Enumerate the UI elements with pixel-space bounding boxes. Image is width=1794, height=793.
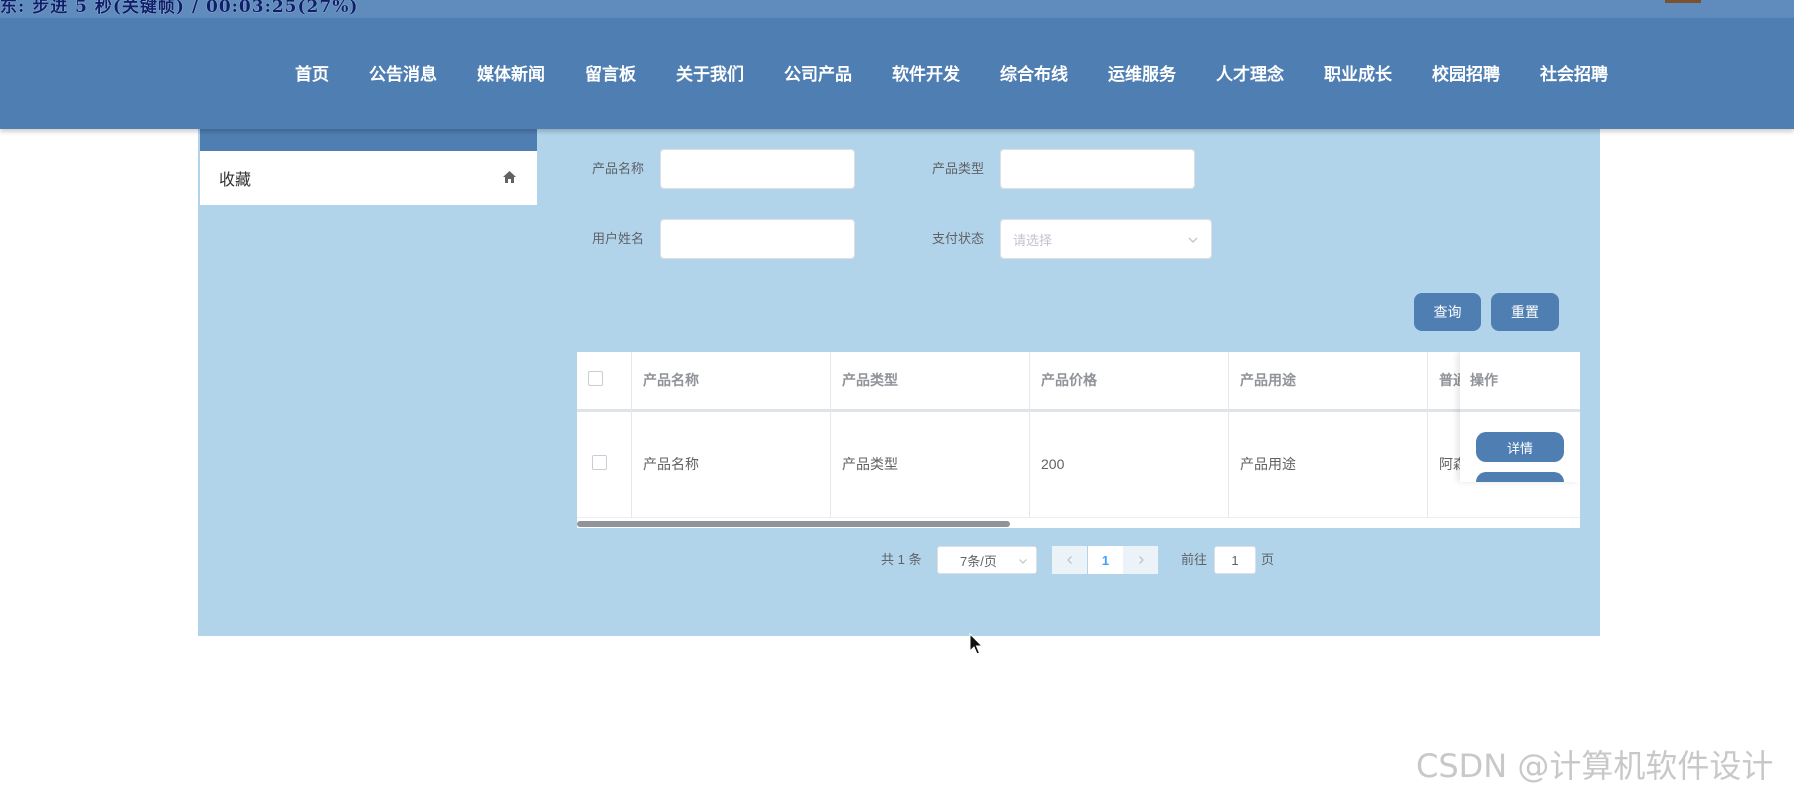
- column-divider: [631, 352, 632, 517]
- nav-item[interactable]: 首页: [295, 64, 329, 86]
- chevron-right-icon: [1138, 556, 1144, 564]
- product-name-label: 产品名称: [592, 161, 645, 176]
- sidebar-item-label: 收藏: [219, 172, 252, 189]
- product-name-input[interactable]: [660, 149, 855, 189]
- chevron-left-icon: [1066, 556, 1072, 564]
- detail-button[interactable]: 详情: [1476, 432, 1564, 462]
- nav-item[interactable]: 公司产品: [784, 64, 852, 86]
- nav-item[interactable]: 软件开发: [892, 64, 960, 86]
- page-number-current[interactable]: 1: [1088, 546, 1123, 574]
- product-type-input[interactable]: [1000, 149, 1195, 189]
- secondary-op-button[interactable]: [1476, 472, 1564, 482]
- data-table: 产品名称 产品类型 产品价格 产品用途 普通 产品名称 产品类型 200 产品用…: [577, 352, 1580, 528]
- corner-mark: [1665, 0, 1701, 3]
- nav-item[interactable]: 留言板: [585, 64, 636, 86]
- top-nav: 首页 公告消息 媒体新闻 留言板 关于我们 公司产品 软件开发 综合布线 运维服务 人才理念 职业成…: [0, 18, 1794, 129]
- page-size-select[interactable]: 7条/页: [937, 546, 1037, 574]
- header-divider: [1460, 409, 1580, 412]
- product-type-label: 产品类型: [932, 161, 985, 176]
- column-divider: [1427, 352, 1428, 517]
- column-header-product-type[interactable]: 产品类型: [842, 352, 1022, 409]
- user-name-input[interactable]: [660, 219, 855, 259]
- watermark: CSDN @计算机软件设计: [1416, 747, 1774, 785]
- select-all-checkbox[interactable]: [588, 371, 603, 386]
- recording-overlay-text: 东: 步进 5 秒(关键帧) / 00:03:25(27%): [0, 0, 359, 17]
- nav-item[interactable]: 关于我们: [676, 64, 744, 86]
- pay-status-label: 支付状态: [932, 231, 985, 246]
- column-divider: [1029, 352, 1030, 517]
- row-checkbox[interactable]: [592, 455, 607, 470]
- total-count: 共 1 条: [881, 552, 922, 567]
- column-header-price[interactable]: 产品价格: [1041, 352, 1221, 409]
- nav-item[interactable]: 职业成长: [1324, 64, 1392, 86]
- reset-button[interactable]: 重置: [1491, 293, 1559, 331]
- cell-price: 200: [1041, 456, 1065, 472]
- nav-item[interactable]: 社会招聘: [1540, 64, 1608, 86]
- goto-page-input[interactable]: [1214, 546, 1256, 574]
- chevron-down-icon: [1188, 237, 1198, 243]
- user-name-label: 用户姓名: [592, 231, 645, 246]
- column-divider: [1228, 352, 1229, 517]
- cell-product-name: 产品名称: [643, 456, 699, 472]
- prev-page-button[interactable]: [1052, 546, 1087, 574]
- nav-item[interactable]: 人才理念: [1216, 64, 1284, 86]
- goto-prefix: 前往: [1181, 552, 1208, 567]
- cell-product-type: 产品类型: [842, 456, 898, 472]
- column-divider: [830, 352, 831, 517]
- column-header-usage[interactable]: 产品用途: [1240, 352, 1420, 409]
- page-size-value: 7条/页: [960, 553, 997, 569]
- next-page-button[interactable]: [1123, 546, 1158, 574]
- nav-item[interactable]: 公告消息: [369, 64, 437, 86]
- goto-suffix: 页: [1261, 552, 1275, 567]
- nav-item[interactable]: 校园招聘: [1432, 64, 1500, 86]
- scrollbar-thumb[interactable]: [577, 521, 1010, 527]
- mouse-cursor-icon: [969, 633, 984, 655]
- pay-status-select[interactable]: 请选择: [1000, 219, 1212, 259]
- home-icon: [503, 171, 516, 183]
- horizontal-scrollbar[interactable]: [577, 517, 1580, 528]
- nav-list: 首页 公告消息 媒体新闻 留言板 关于我们 公司产品 软件开发 综合布线 运维服务 人才理念 职业成…: [295, 64, 1608, 86]
- nav-item[interactable]: 综合布线: [1000, 64, 1068, 86]
- nav-item[interactable]: 媒体新闻: [477, 64, 545, 86]
- nav-item[interactable]: 运维服务: [1108, 64, 1176, 86]
- chevron-down-icon: [1019, 559, 1027, 564]
- pay-status-placeholder: 请选择: [1013, 232, 1053, 248]
- operation-column: 操作 详情: [1460, 352, 1580, 482]
- query-button[interactable]: 查询: [1414, 293, 1481, 331]
- cell-usage: 产品用途: [1240, 456, 1296, 472]
- column-header-operation: 操作: [1470, 372, 1498, 388]
- sidebar-item-favorites[interactable]: 收藏: [200, 151, 537, 205]
- column-header-product-name[interactable]: 产品名称: [643, 352, 823, 409]
